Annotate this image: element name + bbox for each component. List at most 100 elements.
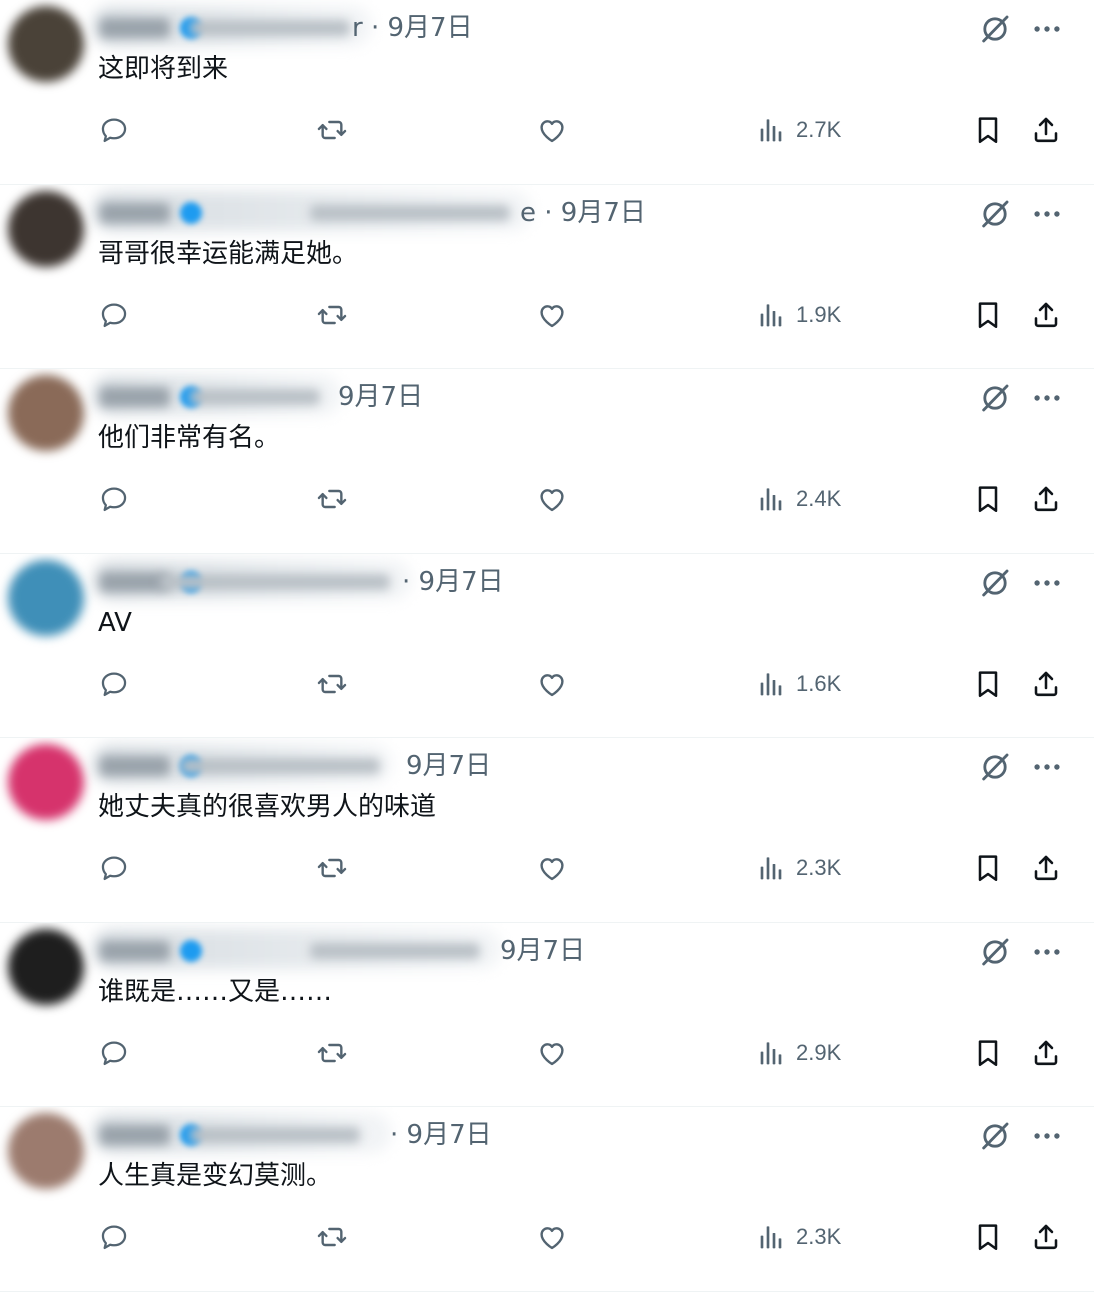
more-options-icon[interactable] (1030, 197, 1064, 231)
bookmark-button[interactable] (972, 1219, 1004, 1255)
tweet-timestamp[interactable]: e · 9月7日 (520, 195, 646, 231)
bookmark-button[interactable] (972, 297, 1004, 333)
tweet-timestamp[interactable]: 9月7日 (406, 748, 491, 784)
heart-icon (536, 852, 568, 884)
redacted-display-name[interactable] (100, 18, 170, 38)
bar-chart-icon (756, 299, 788, 331)
like-button[interactable] (536, 666, 568, 702)
tweet-timestamp[interactable]: 9月7日 (338, 379, 423, 415)
views-button[interactable]: 2.3K (756, 850, 841, 886)
reply-button[interactable] (98, 112, 130, 148)
reply-button[interactable] (98, 1035, 130, 1071)
avatar[interactable] (8, 559, 84, 636)
views-button[interactable]: 2.9K (756, 1035, 841, 1071)
share-button[interactable] (1030, 1219, 1062, 1255)
tweet-item[interactable]: 9月7日 谁既是……又是…… 2.9K (0, 923, 1094, 1107)
avatar[interactable] (8, 928, 84, 1005)
more-options-icon[interactable] (1030, 750, 1064, 784)
reply-button[interactable] (98, 666, 130, 702)
bookmark-button[interactable] (972, 1035, 1004, 1071)
redacted-display-name[interactable] (100, 940, 170, 961)
avatar[interactable] (8, 375, 84, 451)
more-options-icon[interactable] (1030, 566, 1064, 600)
redacted-handle[interactable] (190, 20, 350, 36)
speech-bubble-icon (98, 114, 130, 146)
retweet-button[interactable] (316, 297, 348, 333)
like-button[interactable] (536, 1219, 568, 1255)
reply-button[interactable] (98, 850, 130, 886)
redacted-handle[interactable] (160, 573, 390, 590)
bar-chart-icon (756, 483, 788, 515)
views-count: 1.6K (796, 670, 842, 696)
retweet-button[interactable] (316, 850, 348, 886)
redacted-handle[interactable] (310, 204, 510, 221)
redacted-display-name[interactable] (100, 756, 170, 776)
views-button[interactable]: 1.6K (756, 666, 841, 702)
tweet-item[interactable]: 9月7日 她丈夫真的很喜欢男人的味道 2.3K (0, 738, 1094, 923)
bookmark-button[interactable] (972, 481, 1004, 517)
retweet-button[interactable] (316, 1219, 348, 1255)
retweet-icon (316, 483, 348, 515)
views-button[interactable]: 2.3K (756, 1219, 841, 1255)
like-button[interactable] (536, 297, 568, 333)
bookmark-button[interactable] (972, 850, 1004, 886)
views-button[interactable]: 1.9K (756, 297, 841, 333)
more-options-icon[interactable] (1030, 381, 1064, 415)
retweet-button[interactable] (316, 666, 348, 702)
retweet-button[interactable] (316, 481, 348, 517)
tweet-item[interactable]: · 9月7日 AV 1.6K (0, 554, 1094, 738)
share-button[interactable] (1030, 297, 1062, 333)
like-button[interactable] (536, 112, 568, 148)
more-options-icon[interactable] (1030, 935, 1064, 969)
redacted-handle[interactable] (310, 942, 480, 959)
views-count: 2.4K (796, 486, 842, 511)
tweet-timestamp[interactable]: r · 9月7日 (352, 10, 473, 46)
redacted-handle[interactable] (190, 1127, 360, 1143)
more-options-icon[interactable] (1030, 1119, 1064, 1153)
redacted-handle[interactable] (190, 389, 320, 405)
tweet-timestamp[interactable]: · 9月7日 (390, 1117, 492, 1153)
like-button[interactable] (536, 481, 568, 517)
heart-icon (536, 114, 568, 146)
share-button[interactable] (1030, 850, 1062, 886)
avatar[interactable] (8, 744, 84, 820)
tweet-item[interactable]: e · 9月7日 哥哥很幸运能满足她。 1.9K (0, 185, 1094, 369)
grok-icon[interactable] (978, 197, 1012, 231)
tweet-item[interactable]: r · 9月7日 这即将到来 2.7K (0, 0, 1094, 185)
views-button[interactable]: 2.4K (756, 481, 841, 517)
redacted-display-name[interactable] (100, 202, 170, 223)
tweet-item[interactable]: 9月7日 他们非常有名。 2.4K (0, 369, 1094, 554)
tweet-timestamp[interactable]: · 9月7日 (402, 564, 504, 600)
grok-icon[interactable] (978, 566, 1012, 600)
share-button[interactable] (1030, 112, 1062, 148)
tweet-item[interactable]: · 9月7日 人生真是变幻莫测。 2.3K (0, 1107, 1094, 1292)
reply-button[interactable] (98, 1219, 130, 1255)
like-button[interactable] (536, 1035, 568, 1071)
views-button[interactable]: 2.7K (756, 112, 841, 148)
grok-icon[interactable] (978, 1119, 1012, 1153)
retweet-button[interactable] (316, 1035, 348, 1071)
share-button[interactable] (1030, 481, 1062, 517)
redacted-display-name[interactable] (100, 1125, 170, 1145)
reply-button[interactable] (98, 481, 130, 517)
bookmark-button[interactable] (972, 112, 1004, 148)
bar-chart-icon (756, 668, 788, 700)
grok-icon[interactable] (978, 381, 1012, 415)
avatar[interactable] (8, 1113, 84, 1189)
avatar[interactable] (8, 190, 84, 267)
redacted-handle[interactable] (180, 758, 380, 774)
grok-icon[interactable] (978, 750, 1012, 784)
share-button[interactable] (1030, 1035, 1062, 1071)
more-options-icon[interactable] (1030, 12, 1064, 46)
share-button[interactable] (1030, 666, 1062, 702)
like-button[interactable] (536, 850, 568, 886)
bookmark-button[interactable] (972, 666, 1004, 702)
reply-button[interactable] (98, 297, 130, 333)
grok-icon[interactable] (978, 935, 1012, 969)
avatar[interactable] (8, 6, 84, 82)
redacted-display-name[interactable] (100, 387, 170, 407)
bookmark-icon (972, 1037, 1004, 1069)
grok-icon[interactable] (978, 12, 1012, 46)
retweet-button[interactable] (316, 112, 348, 148)
tweet-timestamp[interactable]: 9月7日 (500, 933, 585, 969)
